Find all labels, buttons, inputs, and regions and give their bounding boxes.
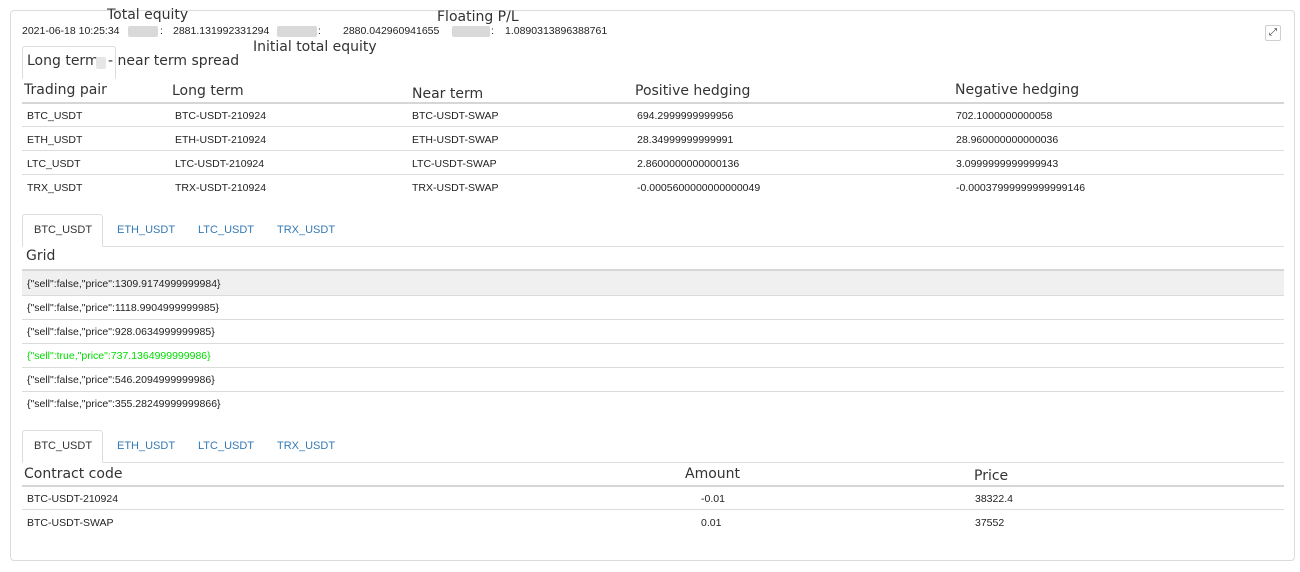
table-cell: BTC-USDT-210924 [27, 493, 119, 505]
table-cell: 702.1000000000058 [956, 110, 1053, 122]
tab-positions-ltc[interactable]: LTC_USDT [198, 440, 254, 452]
list-item: {"sell":false,"price":1309.9174999999984… [27, 278, 221, 290]
table-cell: TRX-USDT-SWAP [412, 182, 499, 194]
grid-header: Grid [26, 248, 56, 264]
list-item: {"sell":false,"price":1118.9904999999985… [27, 302, 219, 314]
list-item-sell-true: {"sell":true,"price":737.1364999999986} [27, 350, 211, 362]
table-cell: TRX_USDT [27, 182, 83, 194]
table-cell: 2.8600000000000136 [637, 158, 740, 170]
col-trading-pair: Trading pair [24, 82, 107, 98]
col-amount: Amount [685, 466, 741, 482]
table-cell: -0.0005600000000000049 [637, 182, 761, 194]
tab-spread-label: Long term [27, 53, 99, 69]
table-cell: ETH-USDT-SWAP [412, 134, 499, 146]
table-cell: 28.34999999999991 [637, 134, 734, 146]
table-cell: ETH-USDT-210924 [175, 134, 267, 146]
floating-pl-label: Floating P/L [437, 9, 519, 25]
tab-positions-eth[interactable]: ETH_USDT [117, 440, 175, 452]
redacted-label [277, 26, 317, 37]
total-equity-label: Total equity [107, 7, 189, 23]
tab-positions-label: BTC_USDT [34, 440, 93, 452]
tab-grid-eth[interactable]: ETH_USDT [117, 224, 175, 236]
table-cell: LTC_USDT [27, 158, 81, 170]
expand-icon[interactable]: ⤢ [1265, 25, 1281, 41]
table-cell: -0.00037999999999999146 [956, 182, 1086, 194]
table-cell: -0.01 [701, 493, 725, 505]
table-cell: TRX-USDT-210924 [175, 182, 267, 194]
initial-equity-value: 2880.042960941655 [343, 25, 440, 37]
redacted-label [452, 26, 490, 37]
redacted-label [128, 26, 158, 37]
table-cell: BTC-USDT-SWAP [27, 517, 114, 529]
table-cell: LTC-USDT-SWAP [412, 158, 497, 170]
list-item: {"sell":false,"price":546.2094999999986} [27, 374, 215, 386]
table-cell: 37552 [975, 517, 1005, 529]
table-cell: BTC-USDT-210924 [175, 110, 267, 122]
table-cell: ETH_USDT [27, 134, 83, 146]
list-item: {"sell":false,"price":928.0634999999985} [27, 326, 215, 338]
tab-grid-trx[interactable]: TRX_USDT [277, 224, 335, 236]
list-item: {"sell":false,"price":355.28249999999866… [27, 398, 221, 410]
tab-positions-trx[interactable]: TRX_USDT [277, 440, 335, 452]
table-cell: 0.01 [701, 517, 722, 529]
table-cell: 3.0999999999999943 [956, 158, 1059, 170]
total-equity-value: 2881.131992331294 [173, 25, 270, 37]
table-cell: BTC-USDT-SWAP [412, 110, 499, 122]
spread-title: - near term spread [108, 53, 240, 69]
col-near-term: Near term [412, 86, 484, 102]
timestamp: 2021-06-18 10:25:34 [22, 25, 120, 37]
col-price: Price [974, 468, 1009, 484]
table-cell: BTC_USDT [27, 110, 83, 122]
col-contract-code: Contract code [24, 466, 123, 482]
tab-grid-ltc[interactable]: LTC_USDT [198, 224, 254, 236]
floating-pl-value: 1.0890313896388761 [505, 25, 608, 37]
col-negative-hedging: Negative hedging [955, 82, 1080, 98]
tab-grid-label: BTC_USDT [34, 224, 93, 236]
table-cell: 38322.4 [975, 493, 1013, 505]
initial-equity-label: Initial total equity [253, 39, 377, 55]
table-cell: 694.2999999999956 [637, 110, 734, 122]
col-positive-hedging: Positive hedging [635, 83, 751, 99]
col-long-term: Long term [172, 83, 244, 99]
table-cell: 28.960000000000036 [956, 134, 1059, 146]
table-cell: LTC-USDT-210924 [175, 158, 265, 170]
